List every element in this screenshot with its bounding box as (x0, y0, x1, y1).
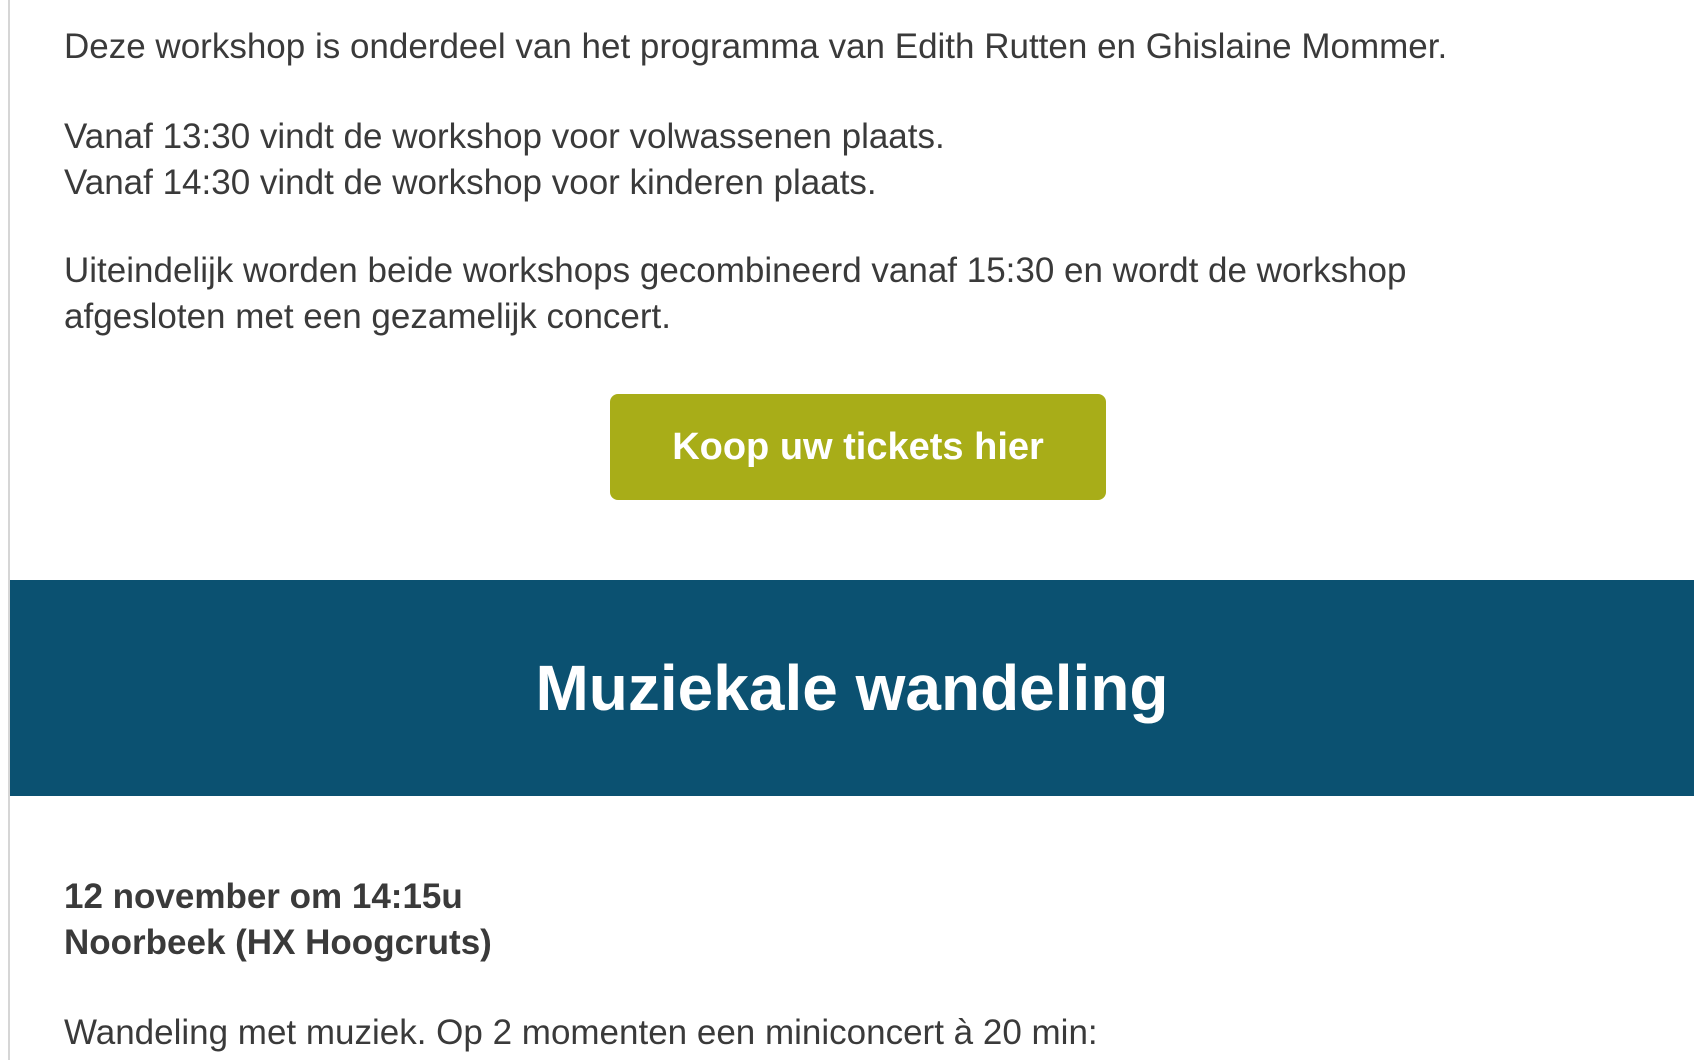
event-date: 12 november om 14:15u (64, 877, 463, 916)
section-banner: Muziekale wandeling (10, 580, 1694, 796)
intro-text: Deze workshop is onderdeel van het progr… (64, 27, 1448, 66)
combined-paragraph: Uiteindelijk worden beide workshops geco… (64, 248, 1624, 340)
buy-tickets-button[interactable]: Koop uw tickets hier (610, 394, 1106, 500)
intro-paragraph: Deze workshop is onderdeel van het progr… (64, 24, 1624, 70)
event-location: Noorbeek (HX Hoogcruts) (64, 923, 492, 962)
event-description: Wandeling met muziek. Op 2 momenten een … (64, 1013, 1098, 1052)
schedule-children-text: Vanaf 14:30 vindt de workshop voor kinde… (64, 163, 877, 202)
schedule-paragraph: Vanaf 13:30 vindt de workshop voor volwa… (64, 114, 1624, 206)
event-details: 12 november om 14:15u Noorbeek (HX Hoogc… (64, 874, 1624, 966)
section-title: Muziekale wandeling (535, 652, 1169, 724)
schedule-adults-text: Vanaf 13:30 vindt de workshop voor volwa… (64, 117, 945, 156)
combined-text-line1: Uiteindelijk worden beide workshops geco… (64, 251, 1407, 290)
email-content: Deze workshop is onderdeel van het progr… (10, 0, 1694, 1060)
event-description-paragraph: Wandeling met muziek. Op 2 momenten een … (64, 1010, 1624, 1056)
combined-text-line2: afgesloten met een gezamelijk concert. (64, 297, 671, 336)
left-border-divider (0, 0, 10, 1060)
